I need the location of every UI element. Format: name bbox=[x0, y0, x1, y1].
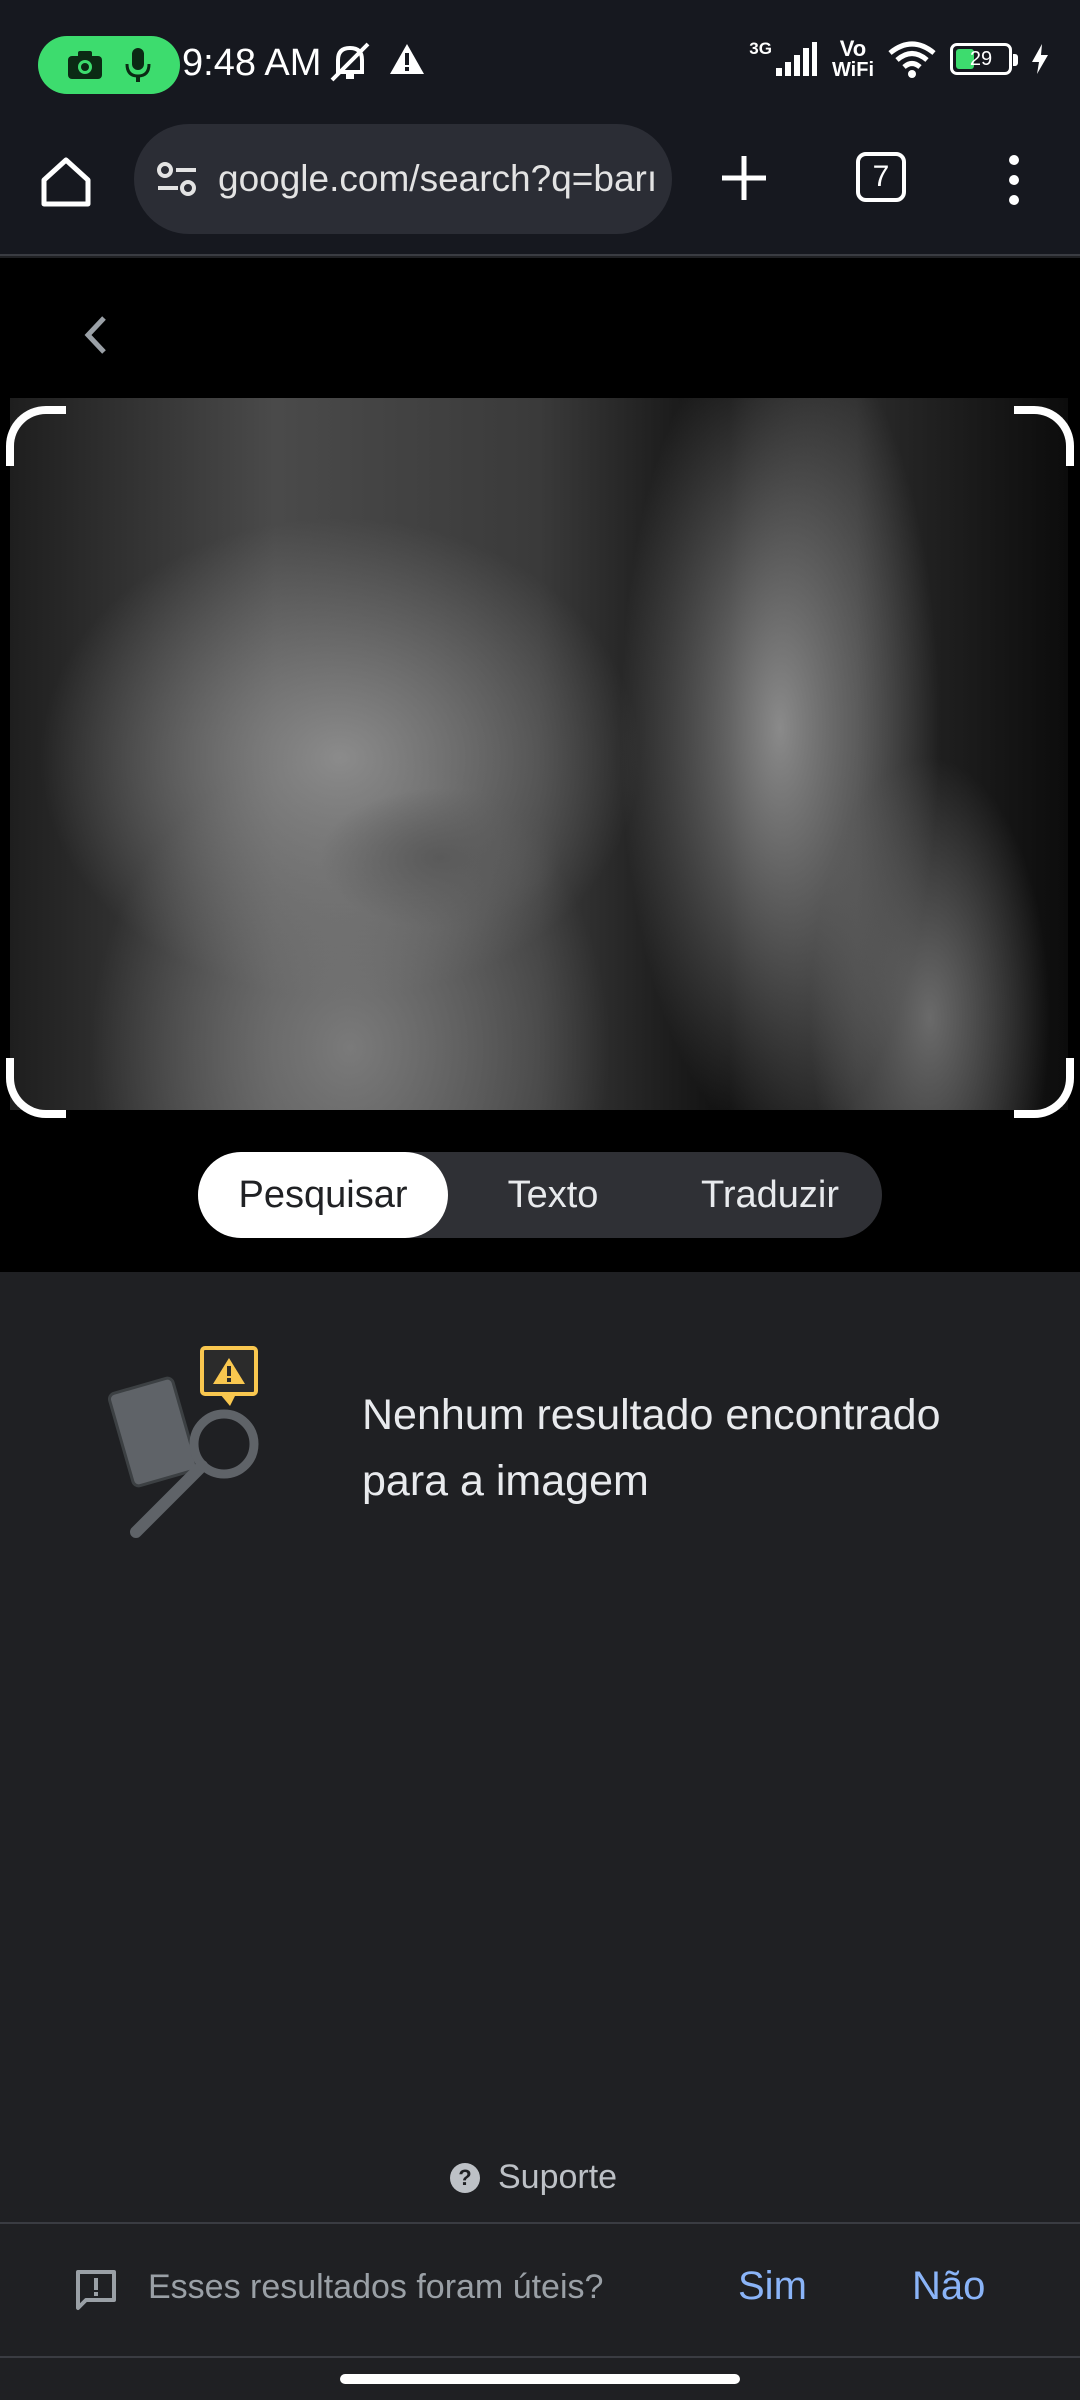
results-panel: Nenhum resultado encontrado para a image… bbox=[0, 1272, 1080, 2222]
site-settings-icon[interactable] bbox=[156, 161, 198, 197]
new-tab-icon[interactable] bbox=[716, 150, 772, 206]
battery-icon: 29 bbox=[950, 43, 1018, 75]
status-bar: 9:48 AM 3G Vo WiFi 29 bbox=[0, 0, 1080, 124]
tab-switcher-button[interactable]: 7 bbox=[856, 152, 906, 202]
feedback-no-button[interactable]: Não bbox=[912, 2264, 985, 2309]
charging-icon bbox=[1032, 44, 1048, 74]
network-type: 3G bbox=[749, 39, 772, 58]
signal-icon bbox=[775, 42, 817, 76]
feedback-question: Esses resultados foram úteis? bbox=[148, 2268, 604, 2306]
feedback-bar: Esses resultados foram úteis? Sim Não bbox=[0, 2224, 1080, 2356]
no-results-illustration-icon bbox=[107, 1346, 259, 1538]
divider bbox=[0, 2356, 1080, 2358]
url-bar[interactable]: google.com/search?q=barı bbox=[134, 124, 672, 234]
mode-translate-tab[interactable]: Traduzir bbox=[658, 1152, 882, 1238]
wifi-label: WiFi bbox=[831, 59, 874, 81]
support-label: Suporte bbox=[498, 2158, 618, 2196]
mic-icon bbox=[125, 48, 151, 82]
home-icon[interactable] bbox=[36, 152, 96, 212]
camera-icon bbox=[68, 51, 102, 79]
back-chevron-icon[interactable] bbox=[78, 310, 112, 360]
volte-label: Vo bbox=[839, 36, 867, 61]
support-link[interactable]: ? Suporte bbox=[450, 2158, 617, 2197]
more-menu-icon[interactable] bbox=[1000, 150, 1028, 210]
gesture-home-bar[interactable] bbox=[340, 2374, 740, 2384]
no-results-message: Nenhum resultado encontrado para a image… bbox=[362, 1391, 941, 1505]
search-image[interactable] bbox=[10, 398, 1068, 1110]
status-time: 9:48 AM bbox=[182, 42, 322, 84]
status-right-group: 3G Vo WiFi 29 bbox=[749, 38, 1050, 80]
privacy-indicator[interactable] bbox=[38, 36, 180, 94]
browser-toolbar: google.com/search?q=barı 7 bbox=[0, 124, 1080, 256]
feedback-yes-button[interactable]: Sim bbox=[738, 2264, 807, 2309]
help-icon: ? bbox=[450, 2162, 480, 2193]
alert-icon bbox=[390, 44, 424, 74]
lens-mode-selector: Pesquisar Texto Traduzir bbox=[198, 1152, 882, 1238]
wifi-icon bbox=[888, 41, 936, 78]
battery-level: 29 bbox=[969, 47, 993, 70]
mode-text-tab[interactable]: Texto bbox=[448, 1152, 658, 1238]
lens-viewer: Pesquisar Texto Traduzir bbox=[0, 258, 1080, 1272]
mode-search-tab[interactable]: Pesquisar bbox=[198, 1152, 448, 1238]
url-text: google.com/search?q=barı bbox=[218, 158, 658, 199]
mute-icon bbox=[330, 42, 370, 82]
feedback-icon bbox=[76, 2270, 116, 2310]
